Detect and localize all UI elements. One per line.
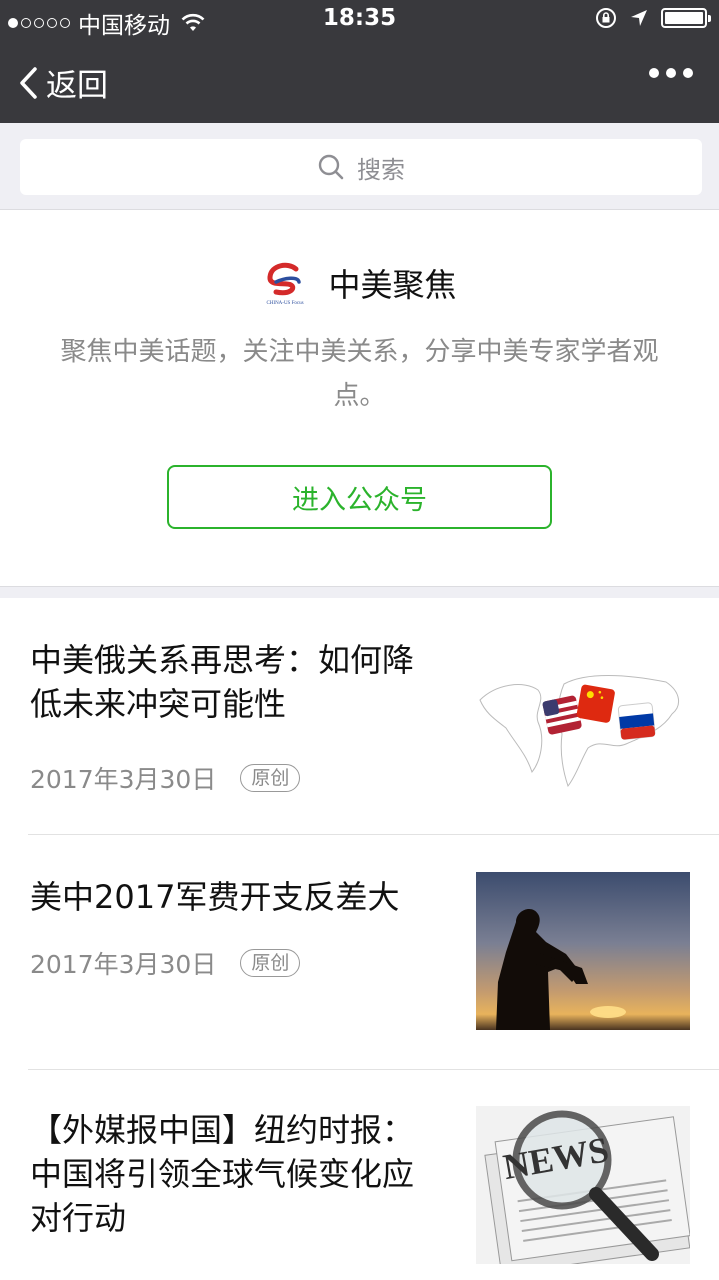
chevron-left-icon (20, 66, 37, 99)
article-title: 美中2017军费开支反差大 (30, 878, 400, 916)
article-thumbnail: NEWS (476, 1106, 690, 1264)
original-badge: 原创 (240, 949, 301, 977)
more-dot-icon (649, 68, 659, 78)
back-button[interactable]: 返回 (18, 60, 108, 105)
account-header: CHINA-US Focus 中美聚焦 (0, 260, 719, 306)
account-name: 中美聚焦 (328, 266, 457, 304)
search-icon (318, 154, 344, 180)
nav-bar: 返回 (0, 40, 719, 123)
status-bar: 中国移动 18:35 (0, 0, 719, 40)
account-card: CHINA-US Focus 中美聚焦 聚焦中美话题，关注中美关系，分享中美专家… (0, 210, 719, 587)
article-date: 2017年3月30日 (30, 765, 217, 794)
location-arrow-icon (631, 10, 647, 26)
list-item[interactable]: 美中2017军费开支反差大 2017年3月30日 原创 (0, 835, 719, 1069)
article-title: 【外媒报中国】纽约时报：中国将引领全球气候变化应对行动 (30, 1111, 415, 1237)
battery-icon (661, 8, 711, 28)
rotation-lock-icon (596, 8, 616, 28)
account-description: 聚焦中美话题，关注中美关系，分享中美专家学者观点。 (60, 337, 659, 411)
article-thumbnail (476, 872, 690, 1030)
search-section: 搜索 (0, 123, 719, 210)
article-meta: 2017年3月30日 原创 (30, 945, 301, 981)
account-logo: CHINA-US Focus (267, 262, 304, 306)
article-meta: 2017年3月30日 原创 (30, 760, 301, 796)
original-badge: 原创 (240, 764, 301, 792)
more-dot-icon (666, 68, 676, 78)
search-placeholder: 搜索 (357, 155, 405, 184)
enter-account-button[interactable]: 进入公众号 (167, 465, 552, 529)
article-date: 2017年3月30日 (30, 950, 217, 979)
list-item[interactable]: 中美俄关系再思考：如何降低未来冲突可能性 2017年3月30日 原创 (0, 598, 719, 834)
search-input[interactable]: 搜索 (20, 139, 702, 195)
article-list: 中美俄关系再思考：如何降低未来冲突可能性 2017年3月30日 原创 美中201… (0, 598, 719, 1280)
back-label: 返回 (46, 68, 108, 104)
status-right (595, 7, 711, 29)
article-title: 中美俄关系再思考：如何降低未来冲突可能性 (30, 641, 415, 723)
article-thumbnail (476, 644, 690, 802)
list-item[interactable]: 【外媒报中国】纽约时报：中国将引领全球气候变化应对行动 NEWS (0, 1070, 719, 1280)
more-dot-icon (683, 68, 693, 78)
top-bar: 中国移动 18:35 返回 (0, 0, 719, 123)
more-options-button[interactable] (649, 68, 693, 78)
logo-text: CHINA-US Focus (267, 301, 304, 306)
